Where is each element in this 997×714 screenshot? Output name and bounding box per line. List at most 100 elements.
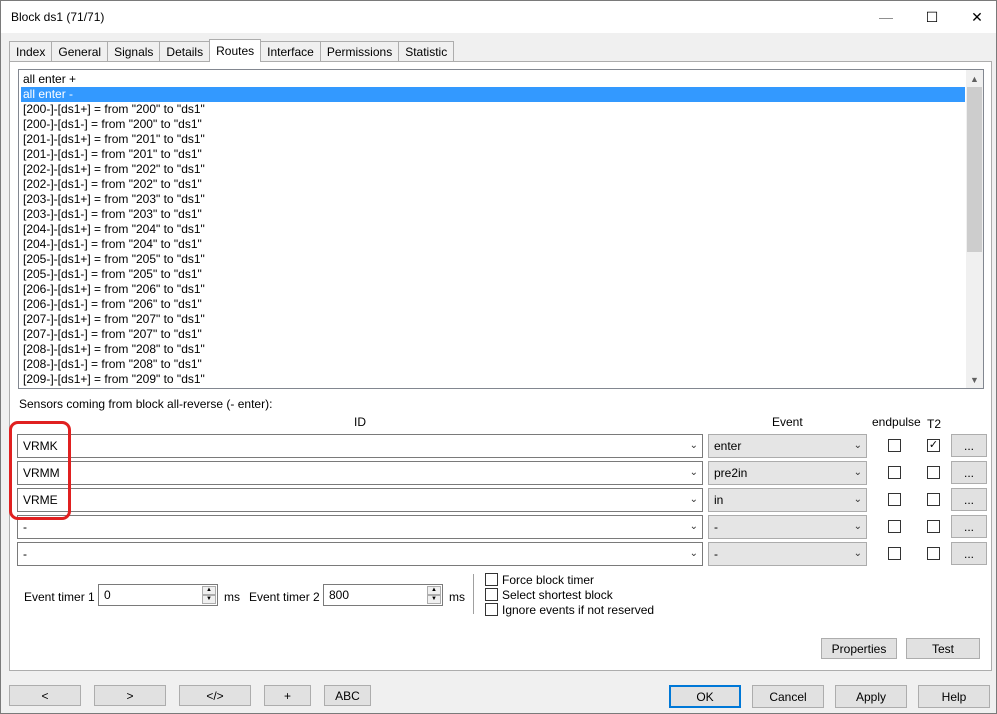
t2-checkbox[interactable] — [927, 520, 940, 533]
route-list-item[interactable]: [207-]-[ds1-] = from "207" to "ds1" — [21, 327, 965, 342]
route-list-item[interactable]: [203-]-[ds1-] = from "203" to "ds1" — [21, 207, 965, 222]
event-timer-2-value: 800 — [329, 588, 350, 602]
sensor-id-combo[interactable]: VRMM ⌄ — [17, 461, 703, 485]
chevron-down-icon[interactable]: ⌄ — [854, 462, 862, 484]
route-list-item[interactable]: all enter + — [21, 72, 965, 87]
chevron-down-icon[interactable]: ⌄ — [690, 462, 698, 484]
option-checkbox[interactable] — [485, 588, 498, 601]
cancel-button[interactable]: Cancel — [752, 685, 824, 708]
option-checkbox[interactable] — [485, 573, 498, 586]
spin-down-icon[interactable]: ▼ — [202, 595, 216, 604]
route-list-item[interactable]: [204-]-[ds1-] = from "204" to "ds1" — [21, 237, 965, 252]
route-list-item[interactable]: [208-]-[ds1+] = from "208" to "ds1" — [21, 342, 965, 357]
abc-button[interactable]: ABC — [324, 685, 371, 706]
routes-list[interactable]: all enter + all enter - [200-]-[ds1+] = fr… — [18, 69, 984, 389]
sensor-more-button[interactable]: ... — [951, 488, 987, 511]
event-timer-1-unit: ms — [224, 590, 240, 604]
apply-button[interactable]: Apply — [835, 685, 907, 708]
option-checkbox[interactable] — [485, 603, 498, 616]
route-list-item[interactable]: [204-]-[ds1+] = from "204" to "ds1" — [21, 222, 965, 237]
help-button[interactable]: Help — [918, 685, 990, 708]
route-list-item[interactable]: [206-]-[ds1-] = from "206" to "ds1" — [21, 297, 965, 312]
chevron-down-icon[interactable]: ⌄ — [690, 543, 698, 565]
code-button[interactable]: </> — [179, 685, 251, 706]
column-header-id: ID — [354, 415, 366, 429]
maximize-icon[interactable]: ☐ — [909, 1, 955, 33]
t2-checkbox[interactable]: ✓ — [927, 439, 940, 452]
tab-signals[interactable]: Signals — [107, 41, 161, 62]
option-label: Ignore events if not reserved — [502, 602, 655, 617]
sensor-id-combo[interactable]: VRMK ⌄ — [17, 434, 703, 458]
sensor-event-combo[interactable]: - ⌄ — [708, 542, 867, 566]
sensor-event-combo[interactable]: - ⌄ — [708, 515, 867, 539]
route-list-item[interactable]: [208-]-[ds1-] = from "208" to "ds1" — [21, 357, 965, 372]
chevron-down-icon[interactable]: ⌄ — [854, 516, 862, 538]
spin-up-icon[interactable]: ▲ — [427, 586, 441, 595]
endpulse-checkbox[interactable] — [888, 493, 901, 506]
event-timer-1-input[interactable]: 0 ▲ ▼ — [98, 584, 218, 606]
sensor-event-combo[interactable]: enter ⌄ — [708, 434, 867, 458]
add-button[interactable]: + — [264, 685, 311, 706]
chevron-down-icon[interactable]: ⌄ — [854, 543, 862, 565]
tab-general[interactable]: General — [51, 41, 109, 62]
option-2[interactable]: Ignore events if not reserved — [485, 602, 654, 617]
chevron-down-icon[interactable]: ⌄ — [690, 489, 698, 511]
endpulse-checkbox[interactable] — [888, 439, 901, 452]
chevron-down-icon[interactable]: ⌄ — [690, 435, 698, 457]
tab-interface[interactable]: Interface — [260, 41, 321, 62]
t2-checkbox[interactable] — [927, 547, 940, 560]
sensor-id-combo[interactable]: VRME ⌄ — [17, 488, 703, 512]
route-list-item[interactable]: [200-]-[ds1+] = from "200" to "ds1" — [21, 102, 965, 117]
t2-checkbox[interactable] — [927, 493, 940, 506]
tab-index[interactable]: Index — [9, 41, 53, 62]
sensor-more-button[interactable]: ... — [951, 515, 987, 538]
route-list-item[interactable]: [200-]-[ds1-] = from "200" to "ds1" — [21, 117, 965, 132]
tab-permissions[interactable]: Permissions — [319, 41, 400, 62]
spin-up-icon[interactable]: ▲ — [202, 586, 216, 595]
minimize-icon[interactable]: — — [863, 1, 909, 33]
tab-statistic[interactable]: Statistic — [398, 41, 455, 62]
option-0[interactable]: Force block timer — [485, 572, 594, 587]
option-1[interactable]: Select shortest block — [485, 587, 613, 602]
endpulse-checkbox[interactable] — [888, 520, 901, 533]
endpulse-checkbox[interactable] — [888, 547, 901, 560]
chevron-down-icon[interactable]: ⌄ — [854, 489, 862, 511]
sensor-more-button[interactable]: ... — [951, 461, 987, 484]
route-list-item[interactable]: [205-]-[ds1+] = from "205" to "ds1" — [21, 252, 965, 267]
prev-button[interactable]: < — [9, 685, 81, 706]
route-list-item[interactable]: [205-]-[ds1-] = from "205" to "ds1" — [21, 267, 965, 282]
route-list-item[interactable]: [202-]-[ds1-] = from "202" to "ds1" — [21, 177, 965, 192]
close-icon[interactable]: ✕ — [954, 1, 997, 33]
endpulse-checkbox[interactable] — [888, 466, 901, 479]
chevron-down-icon[interactable]: ⌄ — [854, 435, 862, 457]
t2-checkbox[interactable] — [927, 466, 940, 479]
properties-button[interactable]: Properties — [821, 638, 897, 659]
route-list-item[interactable]: [202-]-[ds1+] = from "202" to "ds1" — [21, 162, 965, 177]
routes-scrollbar[interactable]: ▲ ▼ — [966, 70, 983, 388]
route-list-item[interactable]: [201-]-[ds1-] = from "201" to "ds1" — [21, 147, 965, 162]
spin-down-icon[interactable]: ▼ — [427, 595, 441, 604]
route-list-item[interactable]: [203-]-[ds1+] = from "203" to "ds1" — [21, 192, 965, 207]
tab-details[interactable]: Details — [159, 41, 211, 62]
scroll-down-icon[interactable]: ▼ — [966, 371, 983, 388]
sensor-id-combo[interactable]: - ⌄ — [17, 542, 703, 566]
scroll-up-icon[interactable]: ▲ — [966, 70, 983, 87]
sensor-event-combo[interactable]: pre2in ⌄ — [708, 461, 867, 485]
route-list-item[interactable]: [209-]-[ds1+] = from "209" to "ds1" — [21, 372, 965, 387]
sensor-event-combo[interactable]: in ⌄ — [708, 488, 867, 512]
event-timer-2-input[interactable]: 800 ▲ ▼ — [323, 584, 443, 606]
route-list-item[interactable]: [201-]-[ds1+] = from "201" to "ds1" — [21, 132, 965, 147]
test-button[interactable]: Test — [906, 638, 980, 659]
ok-button[interactable]: OK — [669, 685, 741, 708]
scroll-thumb[interactable] — [967, 87, 982, 252]
sensor-more-button[interactable]: ... — [951, 542, 987, 565]
route-list-item[interactable]: all enter - — [21, 87, 965, 102]
route-list-item[interactable]: [206-]-[ds1+] = from "206" to "ds1" — [21, 282, 965, 297]
chevron-down-icon[interactable]: ⌄ — [690, 516, 698, 538]
tab-routes[interactable]: Routes — [209, 39, 262, 62]
sensor-more-button[interactable]: ... — [951, 434, 987, 457]
sensor-id-combo[interactable]: - ⌄ — [17, 515, 703, 539]
route-list-item[interactable]: [207-]-[ds1+] = from "207" to "ds1" — [21, 312, 965, 327]
sensor-event-value: in — [714, 493, 724, 507]
next-button[interactable]: > — [94, 685, 166, 706]
